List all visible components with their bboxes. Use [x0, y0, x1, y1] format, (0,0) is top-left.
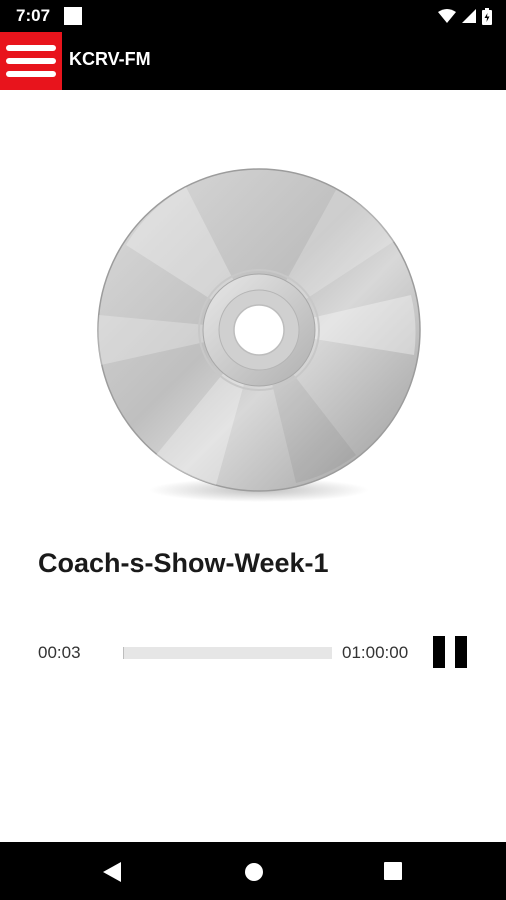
- pause-icon-bar: [455, 636, 467, 668]
- album-art: [96, 165, 422, 505]
- total-time: 01:00:00: [342, 643, 409, 662]
- home-circle-icon[interactable]: [243, 861, 265, 883]
- battery-icon: [482, 7, 492, 25]
- cell-signal-icon: [462, 9, 476, 23]
- seek-bar[interactable]: [123, 647, 332, 659]
- status-time: 7:07: [16, 6, 51, 25]
- track-title: Coach-s-Show-Week-1: [38, 548, 329, 578]
- pause-button[interactable]: [433, 636, 467, 668]
- app-title: KCRV-FM: [69, 49, 151, 69]
- status-bar: 7:07: [0, 0, 506, 32]
- status-icons: [438, 6, 492, 26]
- back-triangle-icon[interactable]: [101, 861, 123, 883]
- hamburger-line: [6, 71, 56, 77]
- compact-disc-icon: [97, 168, 421, 502]
- hamburger-menu-icon: [6, 45, 56, 51]
- notification-icon: [64, 7, 82, 25]
- hamburger-line: [6, 58, 56, 64]
- current-time: 00:03: [38, 643, 81, 662]
- recents-square-icon[interactable]: [383, 861, 403, 881]
- wifi-icon: [438, 9, 456, 23]
- app-bar: KCRV-FM: [0, 32, 506, 90]
- system-nav-bar: [0, 842, 506, 900]
- pause-icon: [433, 636, 445, 668]
- menu-button[interactable]: [0, 32, 62, 90]
